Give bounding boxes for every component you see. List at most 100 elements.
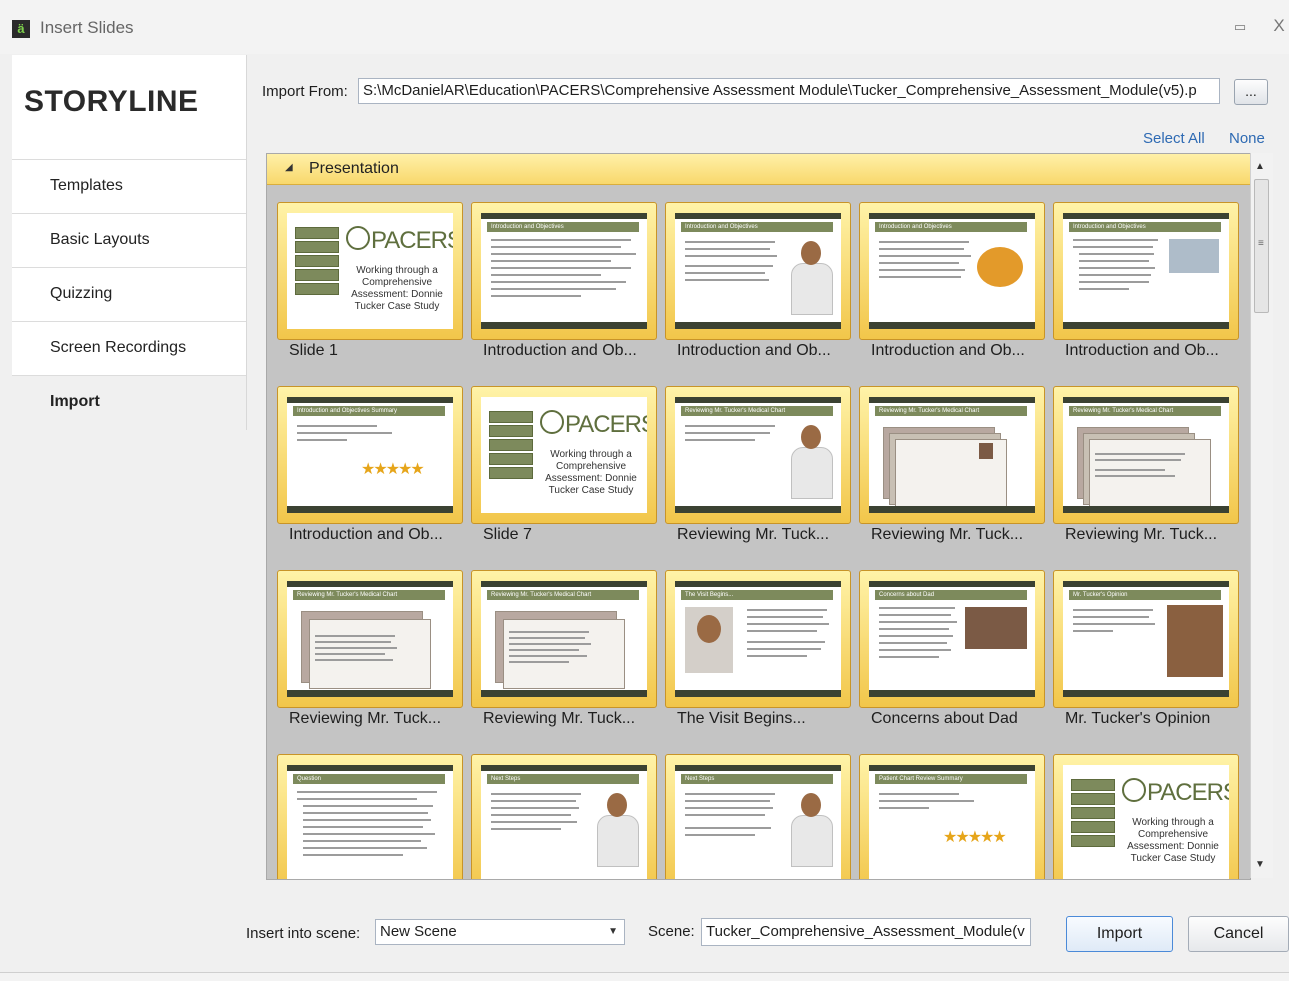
slide-card-17[interactable]: Next Steps xyxy=(471,754,657,879)
scroll-thumb[interactable]: ≡ xyxy=(1254,179,1269,313)
slide-card-2[interactable]: Introduction and Objectives xyxy=(471,202,657,340)
slide-caption: The Visit Begins... xyxy=(677,710,806,727)
slide-card-1[interactable]: PACERS Working through a Comprehensive A… xyxy=(277,202,463,340)
scene-name-field[interactable]: Tucker_Comprehensive_Assessment_Module(v xyxy=(701,918,1031,946)
grip-icon: ≡ xyxy=(1258,238,1264,249)
scroll-up-icon[interactable]: ▲ xyxy=(1255,161,1265,172)
dropdown-arrow-icon[interactable]: ▼ xyxy=(608,920,618,944)
slide-card-10[interactable]: Reviewing Mr. Tucker's Medical Chart xyxy=(1053,386,1239,524)
select-all-link[interactable]: Select All xyxy=(1143,130,1205,147)
slide-thumbnail: Reviewing Mr. Tucker's Medical Chart xyxy=(675,397,841,513)
slide-card-7[interactable]: PACERS Working through a Comprehensive A… xyxy=(471,386,657,524)
slide-thumbnail: Patient Chart Review Summary ★★★★★ xyxy=(869,765,1035,879)
slide-thumbnail: Question xyxy=(287,765,453,879)
slide-card-13[interactable]: The Visit Begins... xyxy=(665,570,851,708)
pacers-logo-text: PACERS xyxy=(1147,779,1229,806)
title-bar: ä Insert Slides ▭ X xyxy=(0,0,1289,54)
sidebar-item-quizzing[interactable]: Quizzing xyxy=(12,267,246,322)
scroll-down-icon[interactable]: ▼ xyxy=(1255,859,1265,870)
slide-card-11[interactable]: Reviewing Mr. Tucker's Medical Chart xyxy=(277,570,463,708)
sidebar-item-import[interactable]: Import xyxy=(12,375,246,430)
slide-thumbnail: Concerns about Dad xyxy=(869,581,1035,697)
slide-thumbnail: Introduction and Objectives xyxy=(869,213,1035,329)
sidebar-item-templates[interactable]: Templates xyxy=(12,159,246,214)
collapse-triangle-icon[interactable]: ◢ xyxy=(285,162,293,173)
slide-caption: Reviewing Mr. Tuck... xyxy=(677,526,830,543)
slide-card-5[interactable]: Introduction and Objectives xyxy=(1053,202,1239,340)
slide-subtitle: Working through a Comprehensive Assessme… xyxy=(545,449,637,496)
slide-thumbnail: Introduction and Objectives Summary ★★★★… xyxy=(287,397,453,513)
browse-button[interactable]: ... xyxy=(1234,79,1268,105)
section-header-presentation[interactable]: ◢ Presentation xyxy=(267,154,1250,185)
minimize-icon[interactable]: ▭ xyxy=(1232,18,1248,36)
insert-scene-value: New Scene xyxy=(380,923,457,940)
slide-thumbnail: PACERS Working through a Comprehensive A… xyxy=(1063,765,1229,879)
slide-caption: Introduction and Ob... xyxy=(1065,342,1219,359)
slide-thumbnail: The Visit Begins... xyxy=(675,581,841,697)
slide-thumbnail: Reviewing Mr. Tucker's Medical Chart xyxy=(869,397,1035,513)
slide-card-14[interactable]: Concerns about Dad xyxy=(859,570,1045,708)
slide-card-8[interactable]: Reviewing Mr. Tucker's Medical Chart xyxy=(665,386,851,524)
pacers-logo-icon xyxy=(1122,778,1146,802)
slide-card-12[interactable]: Reviewing Mr. Tucker's Medical Chart xyxy=(471,570,657,708)
slide-caption: Slide 1 xyxy=(289,342,338,359)
slide-card-19[interactable]: Patient Chart Review Summary ★★★★★ xyxy=(859,754,1045,879)
import-button[interactable]: Import xyxy=(1066,916,1173,952)
slide-caption: Reviewing Mr. Tuck... xyxy=(1065,526,1218,543)
slide-card-6[interactable]: Introduction and Objectives Summary ★★★★… xyxy=(277,386,463,524)
scene-label: Scene: xyxy=(648,923,695,940)
slide-card-4[interactable]: Introduction and Objectives xyxy=(859,202,1045,340)
slide-caption: Concerns about Dad xyxy=(871,710,1018,727)
pacers-logo-text: PACERS xyxy=(371,227,453,254)
slide-caption: Introduction and Ob... xyxy=(483,342,637,359)
slide-card-3[interactable]: Introduction and Objectives xyxy=(665,202,851,340)
slide-caption: Reviewing Mr. Tuck... xyxy=(871,526,1024,543)
sidebar-item-label: Templates xyxy=(50,177,123,194)
select-none-link[interactable]: None xyxy=(1229,130,1265,147)
slide-caption: Introduction and Ob... xyxy=(871,342,1025,359)
slide-thumbnail: Reviewing Mr. Tucker's Medical Chart xyxy=(481,581,647,697)
slide-caption: Reviewing Mr. Tuck... xyxy=(289,710,442,727)
stars-icon: ★★★★★ xyxy=(943,829,1007,846)
slide-caption: Reviewing Mr. Tuck... xyxy=(483,710,636,727)
slide-card-18[interactable]: Next Steps xyxy=(665,754,851,879)
slide-thumbnail: Reviewing Mr. Tucker's Medical Chart xyxy=(287,581,453,697)
footer: Insert into scene: New Scene ▼ Scene: Tu… xyxy=(0,896,1289,981)
slide-card-15[interactable]: Mr. Tucker's Opinion xyxy=(1053,570,1239,708)
slide-card-9[interactable]: Reviewing Mr. Tucker's Medical Chart xyxy=(859,386,1045,524)
sidebar-item-label: Screen Recordings xyxy=(50,339,187,356)
slide-caption: Introduction and Ob... xyxy=(289,526,443,543)
slide-thumbnail: PACERS Working through a Comprehensive A… xyxy=(287,213,453,329)
slide-subtitle: Working through a Comprehensive Assessme… xyxy=(1127,817,1219,864)
insert-into-scene-label: Insert into scene: xyxy=(246,925,361,942)
gallery-scrollbar[interactable]: ▲ ≡ ▼ xyxy=(1250,153,1273,878)
slide-thumbnail: Mr. Tucker's Opinion xyxy=(1063,581,1229,697)
section-label: Presentation xyxy=(309,160,399,177)
import-from-label: Import From: xyxy=(262,83,348,100)
slide-caption: Introduction and Ob... xyxy=(677,342,831,359)
cancel-button[interactable]: Cancel xyxy=(1188,916,1289,952)
sidebar: STORYLINE Templates Basic Layouts Quizzi… xyxy=(12,55,247,430)
slide-thumbnail: Introduction and Objectives xyxy=(675,213,841,329)
sidebar-item-screen-recordings[interactable]: Screen Recordings xyxy=(12,321,246,376)
sidebar-item-label: Quizzing xyxy=(50,285,113,302)
slide-card-16[interactable]: Question xyxy=(277,754,463,879)
storyline-app-icon: ä xyxy=(12,20,30,38)
slide-gallery: ◢ Presentation PACERS Working through a … xyxy=(266,153,1251,880)
pacers-logo-icon xyxy=(540,410,564,434)
slide-thumbnail: Introduction and Objectives xyxy=(1063,213,1229,329)
window-title: Insert Slides xyxy=(40,18,134,37)
sidebar-item-basic-layouts[interactable]: Basic Layouts xyxy=(12,213,246,268)
slide-thumbnail: PACERS Working through a Comprehensive A… xyxy=(481,397,647,513)
slide-card-20[interactable]: PACERS Working through a Comprehensive A… xyxy=(1053,754,1239,879)
import-path-field[interactable]: S:\McDanielAR\Education\PACERS\Comprehen… xyxy=(358,78,1220,104)
pacers-logo-text: PACERS xyxy=(565,411,647,438)
slide-caption: Slide 7 xyxy=(483,526,532,543)
slide-thumbnail: Reviewing Mr. Tucker's Medical Chart xyxy=(1063,397,1229,513)
stars-icon: ★★★★★ xyxy=(361,461,425,478)
pacers-logo-icon xyxy=(346,226,370,250)
slide-thumbnail: Next Steps xyxy=(675,765,841,879)
close-icon[interactable]: X xyxy=(1270,16,1288,36)
insert-scene-dropdown[interactable]: New Scene ▼ xyxy=(375,919,625,945)
sidebar-item-label: Import xyxy=(50,393,100,410)
